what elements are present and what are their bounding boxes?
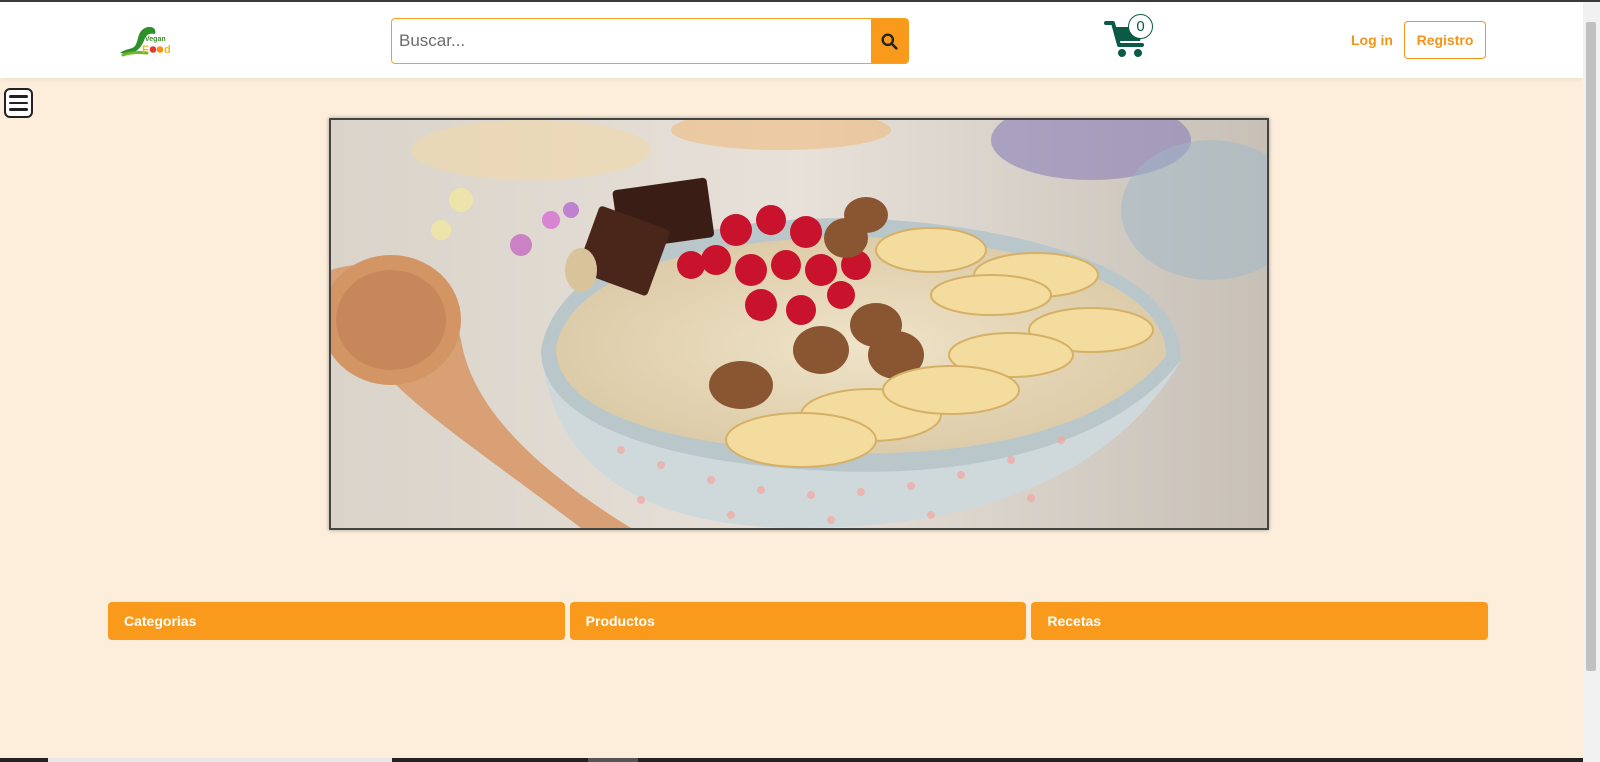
hero-image	[329, 118, 1269, 530]
cart-count-badge: 0	[1128, 14, 1153, 39]
tab-recetas[interactable]: Recetas	[1031, 602, 1489, 640]
search-bar	[391, 18, 909, 64]
hamburger-menu-icon[interactable]	[4, 88, 33, 118]
bottom-segment	[48, 758, 392, 762]
search-icon	[881, 33, 898, 50]
menu-line	[9, 108, 28, 111]
svg-text:F: F	[142, 44, 149, 56]
tab-productos[interactable]: Productos	[569, 602, 1027, 640]
bottom-segment	[588, 758, 638, 762]
svg-text:Vegan: Vegan	[145, 36, 166, 43]
window-bottom-edge	[0, 758, 1583, 762]
search-button[interactable]	[871, 19, 908, 63]
login-link[interactable]: Log in	[1351, 32, 1393, 48]
section-tabs: Categorias Productos Recetas	[108, 602, 1489, 640]
vegan-food-logo[interactable]: Vegan F d	[117, 22, 173, 58]
scrollbar-thumb[interactable]	[1586, 22, 1596, 671]
site-header: Vegan F d 0 Log in Registro	[0, 2, 1583, 78]
menu-line	[9, 101, 28, 105]
logo-icon: Vegan F d	[120, 26, 171, 57]
tab-categorias[interactable]: Categorias	[108, 602, 565, 640]
porridge-bowl-illustration	[331, 120, 1267, 528]
svg-text:d: d	[164, 44, 171, 56]
register-button[interactable]: Registro	[1404, 21, 1486, 59]
menu-line	[9, 95, 28, 98]
search-input[interactable]	[392, 19, 872, 63]
